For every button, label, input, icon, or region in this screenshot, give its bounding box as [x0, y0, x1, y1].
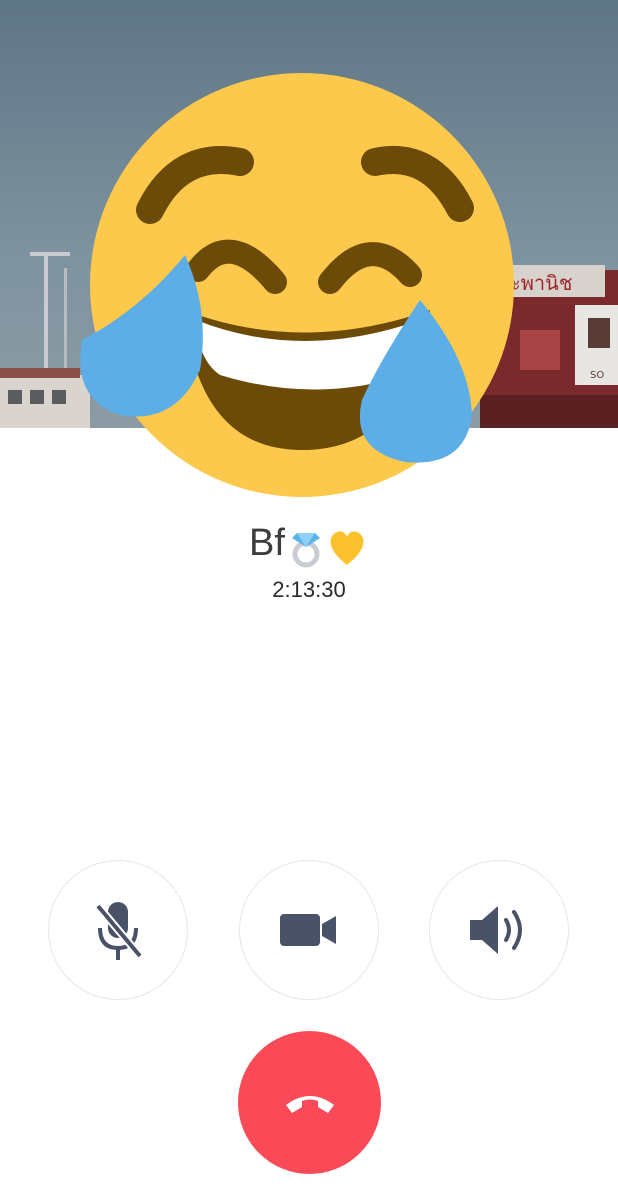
caller-name-row: Bf	[0, 515, 618, 573]
speaker-button[interactable]	[429, 860, 569, 1000]
mute-button[interactable]	[48, 860, 188, 1000]
svg-text:SO: SO	[590, 370, 604, 381]
yellow-heart-emoji	[330, 531, 364, 565]
video-button[interactable]	[239, 860, 379, 1000]
caller-name: Bf	[249, 522, 285, 564]
voice-call-screen: ะพานิช SO Bf 2:13:30	[0, 0, 618, 1200]
caller-avatar	[80, 70, 520, 510]
face-with-tears-of-joy-emoji	[80, 73, 514, 497]
microphone-off-icon	[94, 902, 144, 960]
ring-emoji	[291, 532, 320, 568]
phone-hangup-icon	[285, 1095, 334, 1113]
speaker-icon	[470, 906, 522, 954]
video-camera-icon	[280, 914, 336, 946]
end-call-button[interactable]	[238, 1031, 381, 1174]
call-duration: 2:13:30	[272, 577, 346, 602]
